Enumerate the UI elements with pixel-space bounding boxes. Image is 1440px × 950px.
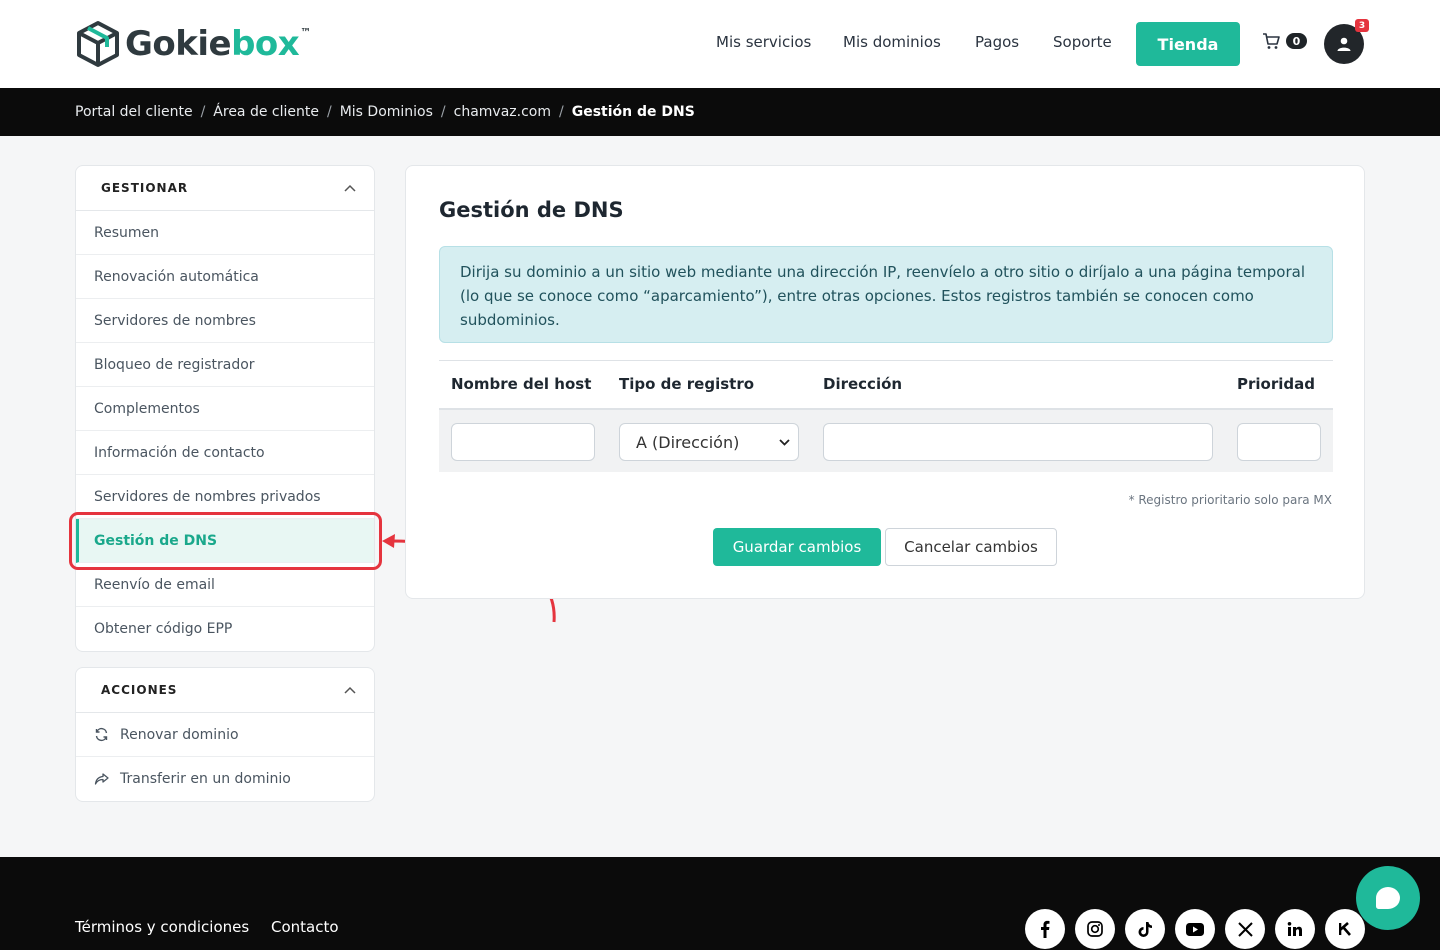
column-header-address: Dirección <box>823 375 903 393</box>
cart-icon <box>1263 33 1280 49</box>
sidebar-item-informacion-contacto[interactable]: Información de contacto <box>76 431 374 475</box>
refresh-icon <box>94 727 120 742</box>
store-button[interactable]: Tienda <box>1136 22 1240 66</box>
cancel-changes-button[interactable]: Cancelar cambios <box>885 528 1057 566</box>
breadcrumb: Portal del cliente / Área de cliente / M… <box>0 88 1440 136</box>
manage-panel-header[interactable]: GESTIONAR <box>76 166 374 211</box>
column-header-record-type: Tipo de registro <box>619 375 755 393</box>
chevron-up-icon <box>344 686 356 694</box>
breadcrumb-current: Gestión de DNS <box>571 104 695 120</box>
host-input[interactable] <box>451 423 595 461</box>
x-icon[interactable] <box>1225 909 1265 949</box>
nav-mis-dominios[interactable]: Mis dominios <box>843 33 941 51</box>
sidebar-item-bloqueo-registrador[interactable]: Bloqueo de registrador <box>76 343 374 387</box>
instagram-icon[interactable] <box>1075 909 1115 949</box>
priority-note: * Registro prioritario solo para MX <box>1128 493 1332 507</box>
sidebar-item-resumen[interactable]: Resumen <box>76 211 374 255</box>
address-input[interactable] <box>823 423 1213 461</box>
share-arrow-icon <box>94 772 120 786</box>
sidebar-item-renovacion-automatica[interactable]: Renovación automática <box>76 255 374 299</box>
breadcrumb-separator: / <box>200 104 206 120</box>
actions-panel-title: ACCIONES <box>101 683 178 697</box>
chat-bubble-icon <box>1376 887 1400 909</box>
breadcrumb-mis-dominios[interactable]: Mis Dominios <box>340 104 433 120</box>
manage-panel: GESTIONAR Resumen Renovación automática … <box>75 165 375 652</box>
table-row: A (Dirección) <box>439 410 1333 472</box>
breadcrumb-separator: / <box>559 104 564 120</box>
tiktok-icon[interactable] <box>1125 909 1165 949</box>
k-icon[interactable] <box>1325 909 1365 949</box>
breadcrumb-separator: / <box>440 104 446 120</box>
cart-button[interactable]: 0 <box>1262 32 1307 50</box>
table-header: Nombre del host Tipo de registro Direcci… <box>439 360 1333 410</box>
breadcrumb-area-cliente[interactable]: Área de cliente <box>213 104 319 120</box>
chevron-up-icon <box>344 184 356 192</box>
sidebar-item-complementos[interactable]: Complementos <box>76 387 374 431</box>
cart-count-badge: 0 <box>1286 33 1307 49</box>
action-renovar-dominio[interactable]: Renovar dominio <box>76 713 374 757</box>
actions-panel-header[interactable]: ACCIONES <box>76 668 374 713</box>
breadcrumb-domain[interactable]: chamvaz.com <box>454 104 551 120</box>
dns-card: Gestión de DNS Dirija su dominio a un si… <box>405 165 1365 599</box>
chat-button[interactable] <box>1356 866 1420 930</box>
page-title: Gestión de DNS <box>439 198 624 222</box>
action-label: Renovar dominio <box>120 726 239 743</box>
column-header-priority: Prioridad <box>1237 375 1315 393</box>
site-footer: Términos y condiciones Contacto <box>0 857 1440 950</box>
priority-input[interactable] <box>1237 423 1321 461</box>
user-icon <box>1337 37 1351 51</box>
column-header-host: Nombre del host <box>451 375 592 393</box>
breadcrumb-portal[interactable]: Portal del cliente <box>75 104 193 120</box>
linkedin-icon[interactable] <box>1275 909 1315 949</box>
sidebar-item-codigo-epp[interactable]: Obtener código EPP <box>76 607 374 651</box>
sidebar-item-servidores-nombres[interactable]: Servidores de nombres <box>76 299 374 343</box>
record-type-value: A (Dirección) <box>636 432 740 452</box>
footer-link-terminos[interactable]: Términos y condiciones <box>75 918 249 936</box>
save-changes-button[interactable]: Guardar cambios <box>713 528 881 566</box>
action-transferir-dominio[interactable]: Transferir en un dominio <box>76 757 374 801</box>
dns-table: Nombre del host Tipo de registro Direcci… <box>439 360 1333 472</box>
nav-mis-servicios[interactable]: Mis servicios <box>716 33 811 51</box>
record-type-select[interactable]: A (Dirección) <box>619 423 799 461</box>
notification-badge: 3 <box>1355 19 1369 32</box>
manage-panel-title: GESTIONAR <box>101 181 189 195</box>
site-header: Gokiebox ™ Mis servicios Mis dominios Pa… <box>0 0 1440 88</box>
nav-soporte[interactable]: Soporte <box>1053 33 1112 51</box>
youtube-icon[interactable] <box>1175 909 1215 949</box>
facebook-icon[interactable] <box>1025 909 1065 949</box>
footer-link-contacto[interactable]: Contacto <box>271 918 339 936</box>
highlight-annotation-box <box>69 512 382 570</box>
nav-pagos[interactable]: Pagos <box>975 33 1019 51</box>
chevron-down-icon <box>779 438 790 446</box>
action-label: Transferir en un dominio <box>120 771 291 787</box>
actions-panel: ACCIONES Renovar dominio Transferir en u… <box>75 667 375 802</box>
main-nav: Mis servicios Mis dominios Pagos Soporte… <box>0 22 1440 66</box>
info-alert: Dirija su dominio a un sitio web mediant… <box>439 246 1333 343</box>
breadcrumb-separator: / <box>326 104 332 120</box>
